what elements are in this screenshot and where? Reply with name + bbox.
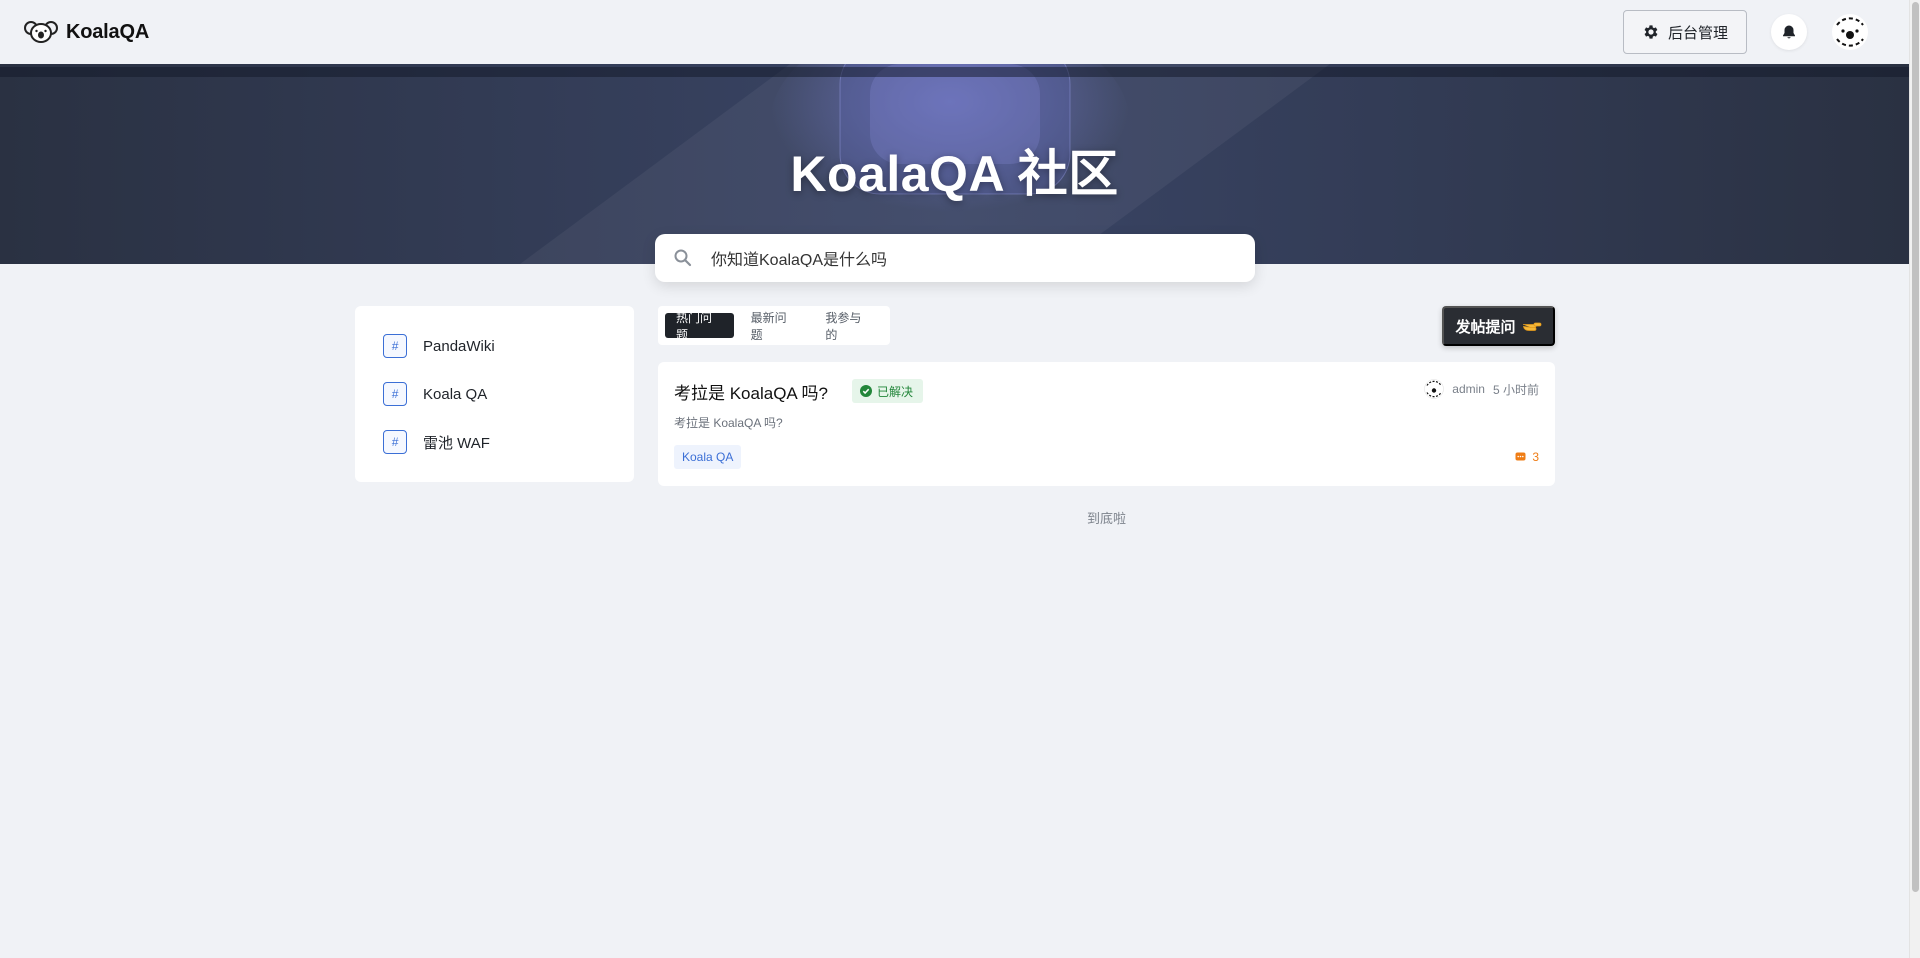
category-item-pandawiki[interactable]: # PandaWiki [383,334,634,358]
author-name[interactable]: admin [1452,382,1485,396]
question-meta: admin 5 小时前 [1424,379,1539,399]
question-summary: 考拉是 KoalaQA 吗? [674,416,783,430]
user-avatar[interactable] [1831,13,1869,51]
brand[interactable]: KoalaQA [24,19,149,45]
gear-icon [1644,25,1658,39]
page-scrollbar[interactable] [1909,0,1920,958]
comment-count: 3 [1515,450,1539,464]
post-time: 5 小时前 [1492,382,1539,397]
new-post-button[interactable]: 发帖提问 [1442,306,1555,346]
admin-console-label: 后台管理 [1667,24,1728,42]
brand-name: KoalaQA [66,20,150,43]
question-title[interactable]: 考拉是 KoalaQA 吗? [674,379,828,404]
hero-title: KoalaQA 社区 [790,146,1119,202]
top-navbar: KoalaQA 后台管理 [0,0,1909,64]
koala-logo-icon [24,21,58,43]
question-tabs: 热门问题 最新问题 我参与的 [658,306,890,345]
category-panel: # PandaWiki # Koala QA # 雷池 WAF [355,306,634,482]
notifications-button[interactable] [1771,14,1807,50]
question-card[interactable]: 考拉是 KoalaQA 吗? 已解决 admin 5 小时前 考拉是 Koala… [658,362,1555,486]
status-badge: 已解决 [852,379,924,403]
hash-icon: # [383,334,407,358]
hash-icon: # [383,430,407,454]
category-item-koala-qa[interactable]: # Koala QA [383,382,634,406]
scrollbar-thumb[interactable] [1912,2,1919,892]
pointing-hand-icon [1522,322,1541,331]
category-label: Koala QA [423,385,488,403]
category-label: 雷池 WAF [423,434,490,452]
admin-console-button[interactable]: 后台管理 [1622,10,1747,54]
search-input[interactable] [711,249,1231,267]
comment-count-value: 3 [1532,450,1539,464]
comment-icon [1515,452,1526,460]
category-item-safeline-waf[interactable]: # 雷池 WAF [383,430,634,454]
tab-my-participation[interactable]: 我参与的 [814,311,883,342]
search-icon [674,249,692,267]
list-end-text: 到底啦 [1086,511,1126,526]
check-circle-icon [860,385,873,397]
search-bar[interactable] [655,234,1255,282]
status-label: 已解决 [877,384,914,399]
tab-hot-questions[interactable]: 热门问题 [665,311,734,342]
category-label: PandaWiki [423,337,495,355]
question-tag[interactable]: Koala QA [674,445,742,469]
new-post-label: 发帖提问 [1455,318,1516,336]
bell-icon [1783,25,1795,39]
hash-icon: # [383,382,407,406]
author-avatar[interactable] [1424,379,1445,399]
tab-latest-questions[interactable]: 最新问题 [740,311,809,342]
